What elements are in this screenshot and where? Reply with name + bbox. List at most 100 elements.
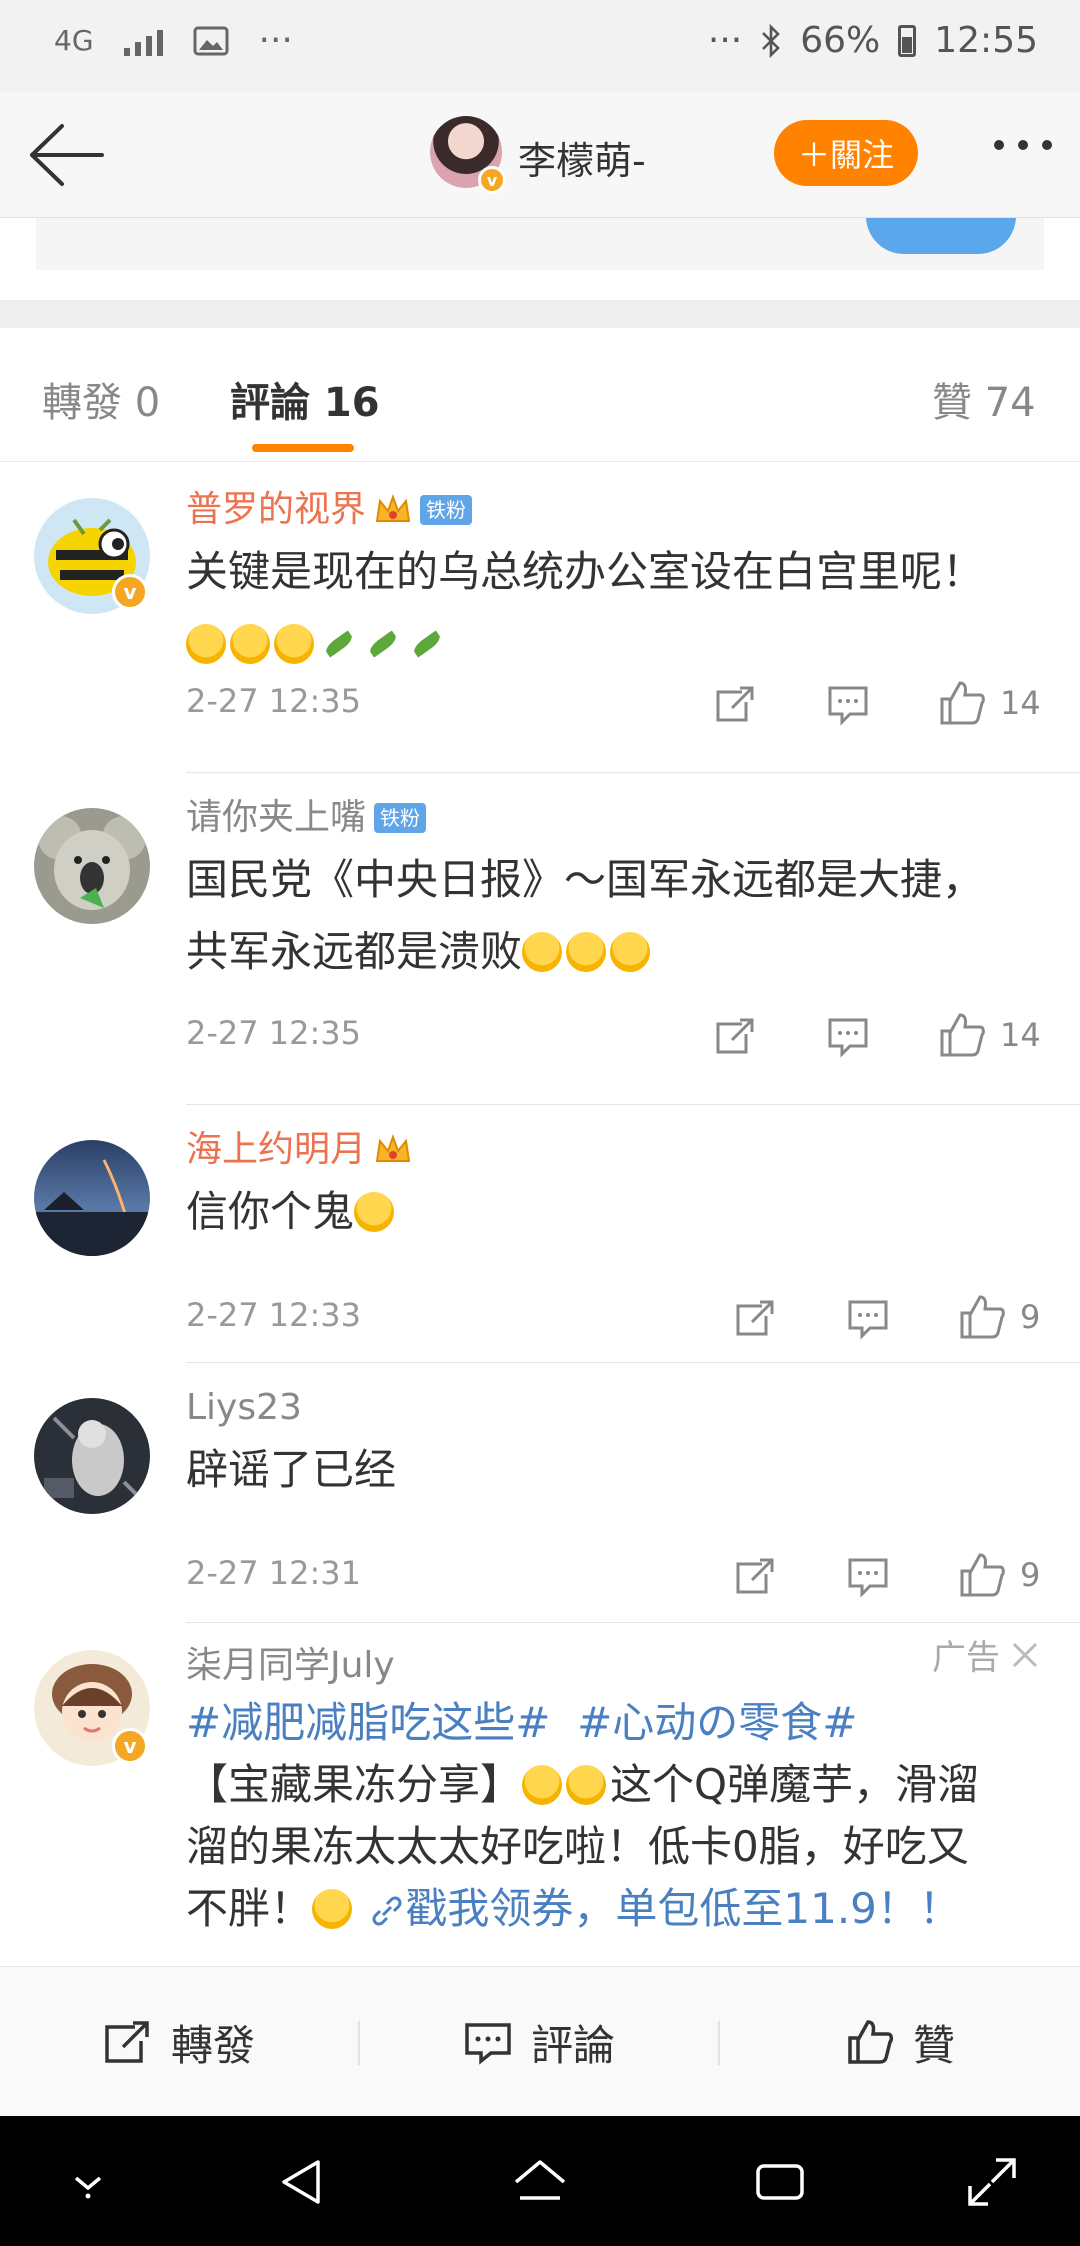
tab-likes[interactable]: 贊 74 bbox=[932, 370, 1036, 428]
ad-text: 溜的果冻太太太好吃啦！低卡0脂，好吃又 bbox=[186, 1822, 969, 1871]
like-button[interactable]: 9 bbox=[958, 1550, 1040, 1600]
comment-text-line2: 共军永远都是溃败 bbox=[186, 927, 523, 976]
like-count: 14 bbox=[1000, 1016, 1041, 1054]
blush-emoji-icon bbox=[312, 1889, 353, 1929]
active-tab-indicator bbox=[252, 444, 354, 452]
comment-divider bbox=[186, 1104, 1080, 1105]
comment-divider bbox=[186, 772, 1080, 773]
like-post-button[interactable]: 贊 bbox=[720, 1967, 1080, 2117]
comment-divider bbox=[186, 1622, 1080, 1623]
thumbs-up-icon bbox=[848, 2020, 894, 2064]
comment-button[interactable]: 評論 bbox=[360, 1967, 718, 2117]
like-count: 9 bbox=[1020, 1556, 1041, 1594]
laugh-cry-emoji-icon bbox=[186, 624, 226, 664]
comment-icon bbox=[465, 2023, 511, 2065]
back-nav-icon[interactable] bbox=[272, 2152, 332, 2212]
bottom-action-bar: 轉發 評論 贊 bbox=[0, 1966, 1080, 2116]
hide-keyboard-icon[interactable] bbox=[58, 2152, 118, 2212]
commenter-name[interactable]: 普罗的视界 bbox=[186, 488, 366, 532]
vip-crown-icon bbox=[375, 1134, 411, 1162]
thumbs-up-icon bbox=[940, 681, 985, 725]
ad-comment-item[interactable]: v 广告 柒月同学July #减肥减脂吃这些# #心动の零食# 【宝藏果冻分享】… bbox=[0, 1624, 1080, 1966]
reply-icon[interactable] bbox=[826, 678, 870, 728]
comment-item: Liys23 辟谣了已经 2-27 12:31 9 bbox=[0, 1364, 1080, 1622]
advertiser-name[interactable]: 柒月同学July bbox=[186, 1644, 395, 1688]
repost-icon[interactable] bbox=[732, 1550, 776, 1600]
commenter-avatar[interactable] bbox=[34, 808, 150, 924]
recent-apps-icon[interactable] bbox=[750, 2152, 810, 2212]
comment-time: 2-27 12:31 bbox=[186, 1554, 362, 1592]
like-button[interactable]: 9 bbox=[958, 1292, 1040, 1342]
commenter-name[interactable]: 请你夹上嘴 bbox=[186, 796, 366, 840]
comment-time: 2-27 12:35 bbox=[186, 682, 362, 720]
network-indicator: 4G bbox=[54, 24, 94, 57]
ad-text: 【宝藏果冻分享】 bbox=[186, 1760, 523, 1809]
topic-link[interactable]: #减肥减脂吃这些# bbox=[186, 1698, 550, 1747]
comment-text: 信你个鬼 bbox=[186, 1187, 355, 1236]
comment-item: v 普罗的视界 铁粉 关键是现在的乌总统办公室设在白宫里呢！ 2-27 12:3… bbox=[0, 462, 1080, 772]
repost-icon[interactable] bbox=[712, 1010, 756, 1060]
comment-time: 2-27 12:35 bbox=[186, 1014, 362, 1052]
commenter-avatar[interactable] bbox=[34, 1398, 150, 1514]
system-navigation-bar bbox=[0, 2116, 1080, 2246]
tongue-emoji-icon bbox=[610, 932, 651, 972]
topic-link[interactable]: #心动の零食# bbox=[577, 1698, 857, 1747]
vip-crown-icon bbox=[375, 494, 411, 522]
thumbs-up-icon bbox=[960, 1295, 1005, 1339]
signal-icon bbox=[123, 26, 163, 56]
comment-item: 请你夹上嘴 铁粉 国民党《中央日报》～国军永远都是大捷， 共军永远都是溃败 2-… bbox=[0, 774, 1080, 1104]
laugh-cry-emoji-icon bbox=[230, 624, 270, 664]
like-button[interactable]: 14 bbox=[938, 678, 1041, 728]
comment-text-line1: 国民党《中央日报》～国军永远都是大捷， bbox=[186, 855, 985, 904]
repost-icon[interactable] bbox=[732, 1292, 776, 1342]
verified-badge-icon: v bbox=[478, 166, 506, 194]
link-icon bbox=[372, 1896, 402, 1926]
battery-icon bbox=[898, 24, 917, 57]
laughing-emoji-icon bbox=[354, 1192, 395, 1232]
tab-comments[interactable]: 評論 16 bbox=[230, 370, 380, 428]
reply-icon[interactable] bbox=[846, 1550, 890, 1600]
gallery-icon bbox=[193, 26, 229, 55]
commenter-name[interactable]: Liys23 bbox=[186, 1386, 302, 1430]
reply-icon[interactable] bbox=[826, 1010, 870, 1060]
coupon-link[interactable]: 戳我领券，单包低至11.9！！ bbox=[405, 1884, 961, 1933]
thumbs-up-icon bbox=[940, 1013, 985, 1057]
comment-time: 2-27 12:33 bbox=[186, 1296, 362, 1334]
fan-badge: 铁粉 bbox=[374, 803, 427, 833]
comment-text: 辟谣了已经 bbox=[186, 1445, 397, 1494]
repost-icon bbox=[105, 2021, 149, 2063]
back-arrow-icon[interactable] bbox=[28, 120, 106, 190]
laugh-cry-emoji-icon bbox=[274, 624, 314, 664]
commenter-avatar[interactable] bbox=[34, 1140, 150, 1256]
heart-eyes-emoji-icon bbox=[566, 1765, 607, 1805]
tab-reposts[interactable]: 轉發 0 bbox=[42, 370, 160, 428]
expand-icon[interactable] bbox=[962, 2152, 1022, 2212]
home-nav-icon[interactable] bbox=[510, 2152, 570, 2212]
author-name[interactable]: 李檬萌- bbox=[518, 130, 646, 185]
fan-badge: 铁粉 bbox=[420, 495, 473, 525]
commenter-name[interactable]: 海上约明月 bbox=[186, 1128, 366, 1172]
comment-divider bbox=[186, 1362, 1080, 1363]
repost-icon[interactable] bbox=[712, 678, 756, 728]
follow-button[interactable]: ＋關注 bbox=[774, 120, 918, 186]
clock: 12:55 bbox=[934, 20, 1038, 61]
leaf-emoji-icon bbox=[318, 624, 358, 664]
like-button[interactable]: 14 bbox=[938, 1010, 1041, 1060]
battery-percent: 66% bbox=[800, 20, 881, 61]
remnant-button[interactable] bbox=[866, 218, 1016, 254]
comment-label: 評論 bbox=[530, 2020, 615, 2070]
more-options-icon[interactable] bbox=[994, 140, 1052, 150]
reply-icon[interactable] bbox=[846, 1292, 890, 1342]
repost-label: 轉發 bbox=[170, 2020, 255, 2070]
leaf-emoji-icon bbox=[362, 624, 402, 664]
tongue-emoji-icon bbox=[566, 932, 607, 972]
like-count: 14 bbox=[1000, 684, 1041, 722]
scrolled-card-remnant bbox=[36, 218, 1044, 270]
repost-button[interactable]: 轉發 bbox=[0, 1967, 358, 2117]
comment-text: 关键是现在的乌总统办公室设在白宫里呢！ bbox=[186, 547, 985, 596]
ad-text: 不胖！ bbox=[186, 1884, 313, 1933]
bluetooth-icon bbox=[762, 23, 781, 58]
verified-badge-icon: v bbox=[112, 1728, 148, 1764]
heart-eyes-emoji-icon bbox=[522, 1765, 563, 1805]
status-bar: 4G ··· ··· 66% 12:55 bbox=[0, 0, 1080, 92]
